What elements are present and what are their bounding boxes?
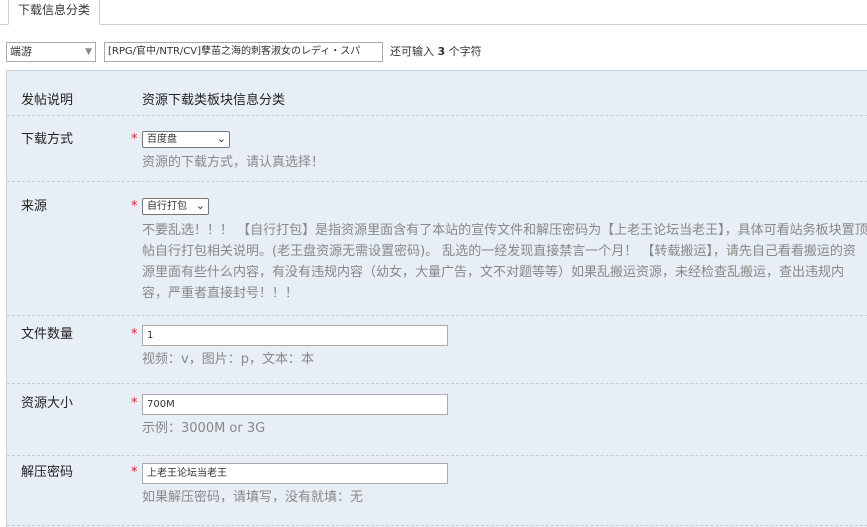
required-mark: *	[131, 132, 138, 147]
resource-size-hint: 示例：3000M or 3G	[142, 421, 266, 436]
required-mark: *	[131, 465, 138, 480]
download-method-hint: 资源的下载方式，请认真选择！	[142, 155, 325, 170]
remaining-chars: 还可输入 3 个字符	[390, 45, 482, 58]
resource-size-input[interactable]: 700M	[142, 394, 448, 415]
tab-bar: 下载信息分类	[0, 0, 867, 25]
label-resource-size: 资源大小	[21, 396, 74, 411]
download-method-select[interactable]: 百度盘 ⌄	[142, 131, 230, 148]
download-method-value: 百度盘	[147, 134, 177, 145]
field-description: 发帖说明 资源下载类板块信息分类	[7, 71, 867, 116]
resource-size-value: 700M	[147, 399, 175, 410]
field-unzip-password: 解压密码 * 上老王论坛当老王 如果解压密码，请填写，没有就填：无	[7, 455, 867, 526]
label-file-count: 文件数量	[21, 327, 74, 342]
title-input-value: [RPG/官中/NTR/CV]孽苗之海的刺客淑女のレディ・スパ	[108, 46, 361, 57]
type-select-value: 端游	[10, 45, 32, 58]
tab-label: 下载信息分类	[18, 3, 91, 17]
remaining-count: 3	[437, 45, 446, 58]
category-form-panel: 发帖说明 资源下载类板块信息分类 下载方式 * 百度盘 ⌄ 资源的下载方式，请认…	[6, 70, 867, 527]
unzip-password-hint: 如果解压密码，请填写，没有就填：无	[142, 490, 364, 505]
triangle-down-icon: ▼	[85, 47, 92, 57]
file-count-hint: 视频：v，图片：p，文本：本	[142, 352, 314, 367]
chevron-down-icon: ⌄	[216, 132, 226, 145]
label-download-method: 下载方式	[21, 132, 74, 147]
required-mark: *	[131, 199, 138, 214]
tab-download-info[interactable]: 下载信息分类	[8, 0, 101, 25]
post-title-row: 端游 ▼ [RPG/官中/NTR/CV]孽苗之海的刺客淑女のレディ・スパ 还可输…	[0, 40, 867, 64]
field-download-method: 下载方式 * 百度盘 ⌄ 资源的下载方式，请认真选择！	[7, 115, 867, 182]
description-value: 资源下载类板块信息分类	[142, 93, 286, 108]
field-source: 来源 * 自行打包 ⌄ 不要乱选！！！ 【自行打包】是指资源里面含有了本站的宣传…	[7, 181, 867, 316]
label-unzip-password: 解压密码	[21, 465, 74, 480]
required-mark: *	[131, 396, 138, 411]
required-mark: *	[131, 327, 138, 342]
chevron-down-icon: ⌄	[195, 199, 205, 212]
unzip-password-input[interactable]: 上老王论坛当老王	[142, 463, 448, 484]
title-input[interactable]: [RPG/官中/NTR/CV]孽苗之海的刺客淑女のレディ・スパ	[104, 42, 383, 62]
source-value: 自行打包	[147, 201, 187, 212]
label-source: 来源	[21, 199, 48, 214]
type-select[interactable]: 端游 ▼	[6, 42, 96, 62]
field-resource-size: 资源大小 * 700M 示例：3000M or 3G	[7, 383, 867, 456]
field-file-count: 文件数量 * 1 视频：v，图片：p，文本：本	[7, 315, 867, 384]
unzip-password-value: 上老王论坛当老王	[147, 468, 227, 479]
source-select[interactable]: 自行打包 ⌄	[142, 198, 209, 215]
file-count-input[interactable]: 1	[142, 325, 448, 346]
source-hint: 不要乱选！！！ 【自行打包】是指资源里面含有了本站的宣传文件和解压密码为【上老王…	[142, 223, 867, 301]
file-count-value: 1	[147, 330, 154, 341]
label-description: 发帖说明	[21, 93, 74, 108]
